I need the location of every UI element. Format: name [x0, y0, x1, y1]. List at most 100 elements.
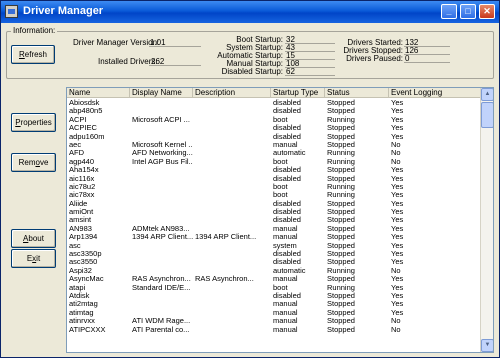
- cell-startup-type: manual: [273, 308, 298, 317]
- cell-status: Running: [327, 157, 355, 166]
- minimize-icon[interactable]: _: [441, 4, 457, 19]
- cell-status: Stopped: [327, 258, 355, 267]
- cell-name: Aha154x: [69, 166, 99, 175]
- table-row[interactable]: aic78xx boot Running Yes: [67, 191, 481, 199]
- cell-startup-type: disabled: [273, 132, 301, 141]
- table-row[interactable]: agp440 Intel AGP Bus Fil... boot Running No: [67, 158, 481, 166]
- cell-startup-type: disabled: [273, 291, 301, 300]
- driver-rows: Abiosdsk disabled Stopped Yes abp480n5 disabl…: [67, 99, 481, 334]
- cell-status: Stopped: [327, 140, 355, 149]
- cell-status: Stopped: [327, 233, 355, 242]
- table-row[interactable]: aic116x disabled Stopped Yes: [67, 175, 481, 183]
- cell-startup-type: boot: [273, 157, 288, 166]
- cell-event-logging: Yes: [391, 241, 404, 250]
- cell-status: Running: [327, 182, 355, 191]
- app-icon: [5, 5, 18, 18]
- cell-name: ACPI: [69, 115, 87, 124]
- cell-event-logging: Yes: [391, 216, 404, 225]
- table-row[interactable]: Atdisk disabled Stopped Yes: [67, 292, 481, 300]
- cell-name: adpu160m: [69, 132, 105, 141]
- table-row[interactable]: Arp1394 1394 ARP Client... 1394 ARP Client…: [67, 233, 481, 241]
- cell-name: asc: [69, 241, 81, 250]
- table-row[interactable]: ACPI Microsoft ACPI ... boot Running Yes: [67, 116, 481, 124]
- cell-status: Stopped: [327, 166, 355, 175]
- cell-name: atinrvxx: [69, 317, 95, 326]
- table-row[interactable]: AN983 ADMtek AN983... manual Stopped Yes: [67, 225, 481, 233]
- cell-name: AsyncMac: [69, 275, 104, 284]
- cell-display-name: Intel AGP Bus Fil...: [132, 157, 193, 166]
- cell-startup-type: disabled: [273, 99, 301, 107]
- cell-status: Stopped: [327, 291, 355, 300]
- cell-name: ati2mtag: [69, 300, 98, 309]
- maximize-icon[interactable]: □: [460, 4, 476, 19]
- table-row[interactable]: atimtag manual Stopped Yes: [67, 309, 481, 317]
- vertical-scrollbar[interactable]: ▲ ▼: [480, 88, 493, 352]
- table-row[interactable]: ati2mtag manual Stopped Yes: [67, 300, 481, 308]
- cell-startup-type: boot: [273, 182, 288, 191]
- refresh-button[interactable]: Refresh: [11, 45, 55, 64]
- cell-name: asc3550: [69, 258, 98, 267]
- table-row[interactable]: AsyncMac RAS Asynchron... RAS Asynchron...…: [67, 275, 481, 283]
- scroll-thumb[interactable]: [481, 102, 493, 128]
- title-bar[interactable]: Driver Manager _ □ ✕: [1, 1, 499, 23]
- column-header-name[interactable]: Name: [67, 88, 130, 98]
- cell-startup-type: system: [273, 241, 297, 250]
- cell-name: amsint: [69, 216, 92, 225]
- scroll-down-icon[interactable]: ▼: [481, 339, 493, 352]
- cell-startup-type: automatic: [273, 266, 306, 275]
- cell-name: AFD: [69, 149, 84, 158]
- table-row[interactable]: abp480n5 disabled Stopped Yes: [67, 107, 481, 115]
- column-header-status[interactable]: Status: [325, 88, 389, 98]
- driver-list[interactable]: Name Display Name Description Startup Ty…: [66, 87, 494, 353]
- table-row[interactable]: atapi Standard IDE/E... boot Running Yes: [67, 284, 481, 292]
- cell-status: Stopped: [327, 132, 355, 141]
- table-row[interactable]: Aha154x disabled Stopped Yes: [67, 166, 481, 174]
- cell-status: Running: [327, 266, 355, 275]
- table-row[interactable]: AFD AFD Networking... automatic Running No: [67, 149, 481, 157]
- cell-event-logging: Yes: [391, 208, 404, 217]
- table-row[interactable]: asc3350p disabled Stopped Yes: [67, 250, 481, 258]
- cell-event-logging: Yes: [391, 99, 404, 107]
- cell-startup-type: boot: [273, 191, 288, 200]
- column-header-description[interactable]: Description: [193, 88, 271, 98]
- cell-event-logging: Yes: [391, 258, 404, 267]
- table-row[interactable]: adpu160m disabled Stopped Yes: [67, 133, 481, 141]
- table-row[interactable]: atinrvxx ATI WDM Rage... manual Stopped No: [67, 317, 481, 325]
- close-icon[interactable]: ✕: [479, 4, 495, 19]
- table-row[interactable]: aec Microsoft Kernel ... manual Stopped No: [67, 141, 481, 149]
- cell-event-logging: Yes: [391, 191, 404, 200]
- disabled-line: [285, 67, 335, 76]
- information-label: Information:: [11, 26, 58, 35]
- column-header-event-logging[interactable]: Event Logging: [389, 88, 481, 98]
- exit-button[interactable]: Exit: [11, 249, 56, 268]
- cell-startup-type: manual: [273, 300, 298, 309]
- cell-status: Stopped: [327, 224, 355, 233]
- cell-name: ACPIEC: [69, 124, 97, 133]
- table-row[interactable]: amsint disabled Stopped Yes: [67, 216, 481, 224]
- cell-name: Aspi32: [69, 266, 92, 275]
- table-row[interactable]: Aspi32 automatic Running No: [67, 267, 481, 275]
- table-row[interactable]: asc system Stopped Yes: [67, 242, 481, 250]
- version-value-line: [149, 38, 201, 47]
- table-row[interactable]: ATIPCXXX ATI Parental co... manual Stopped N…: [67, 326, 481, 334]
- properties-button[interactable]: Properties: [11, 113, 56, 132]
- cell-startup-type: disabled: [273, 174, 301, 183]
- cell-name: abp480n5: [69, 107, 103, 116]
- table-row[interactable]: ACPIEC disabled Stopped Yes: [67, 124, 481, 132]
- column-header-startup-type[interactable]: Startup Type: [271, 88, 325, 98]
- table-row[interactable]: asc3550 disabled Stopped Yes: [67, 258, 481, 266]
- column-header-display-name[interactable]: Display Name: [130, 88, 193, 98]
- cell-name: aec: [69, 140, 82, 149]
- table-row[interactable]: aic78u2 boot Running Yes: [67, 183, 481, 191]
- cell-event-logging: Yes: [391, 224, 404, 233]
- table-row[interactable]: Abiosdsk disabled Stopped Yes: [67, 99, 481, 107]
- table-row[interactable]: Aliide disabled Stopped Yes: [67, 200, 481, 208]
- scroll-up-icon[interactable]: ▲: [481, 88, 493, 101]
- cell-name: Arp1394: [69, 233, 98, 242]
- cell-startup-type: disabled: [273, 250, 301, 259]
- table-row[interactable]: amiOnt disabled Stopped Yes: [67, 208, 481, 216]
- remove-button[interactable]: Remove: [11, 153, 56, 172]
- cell-startup-type: disabled: [273, 216, 301, 225]
- about-button[interactable]: About: [11, 229, 56, 248]
- driver-manager-window: Driver Manager _ □ ✕ Information: Refres…: [0, 0, 500, 358]
